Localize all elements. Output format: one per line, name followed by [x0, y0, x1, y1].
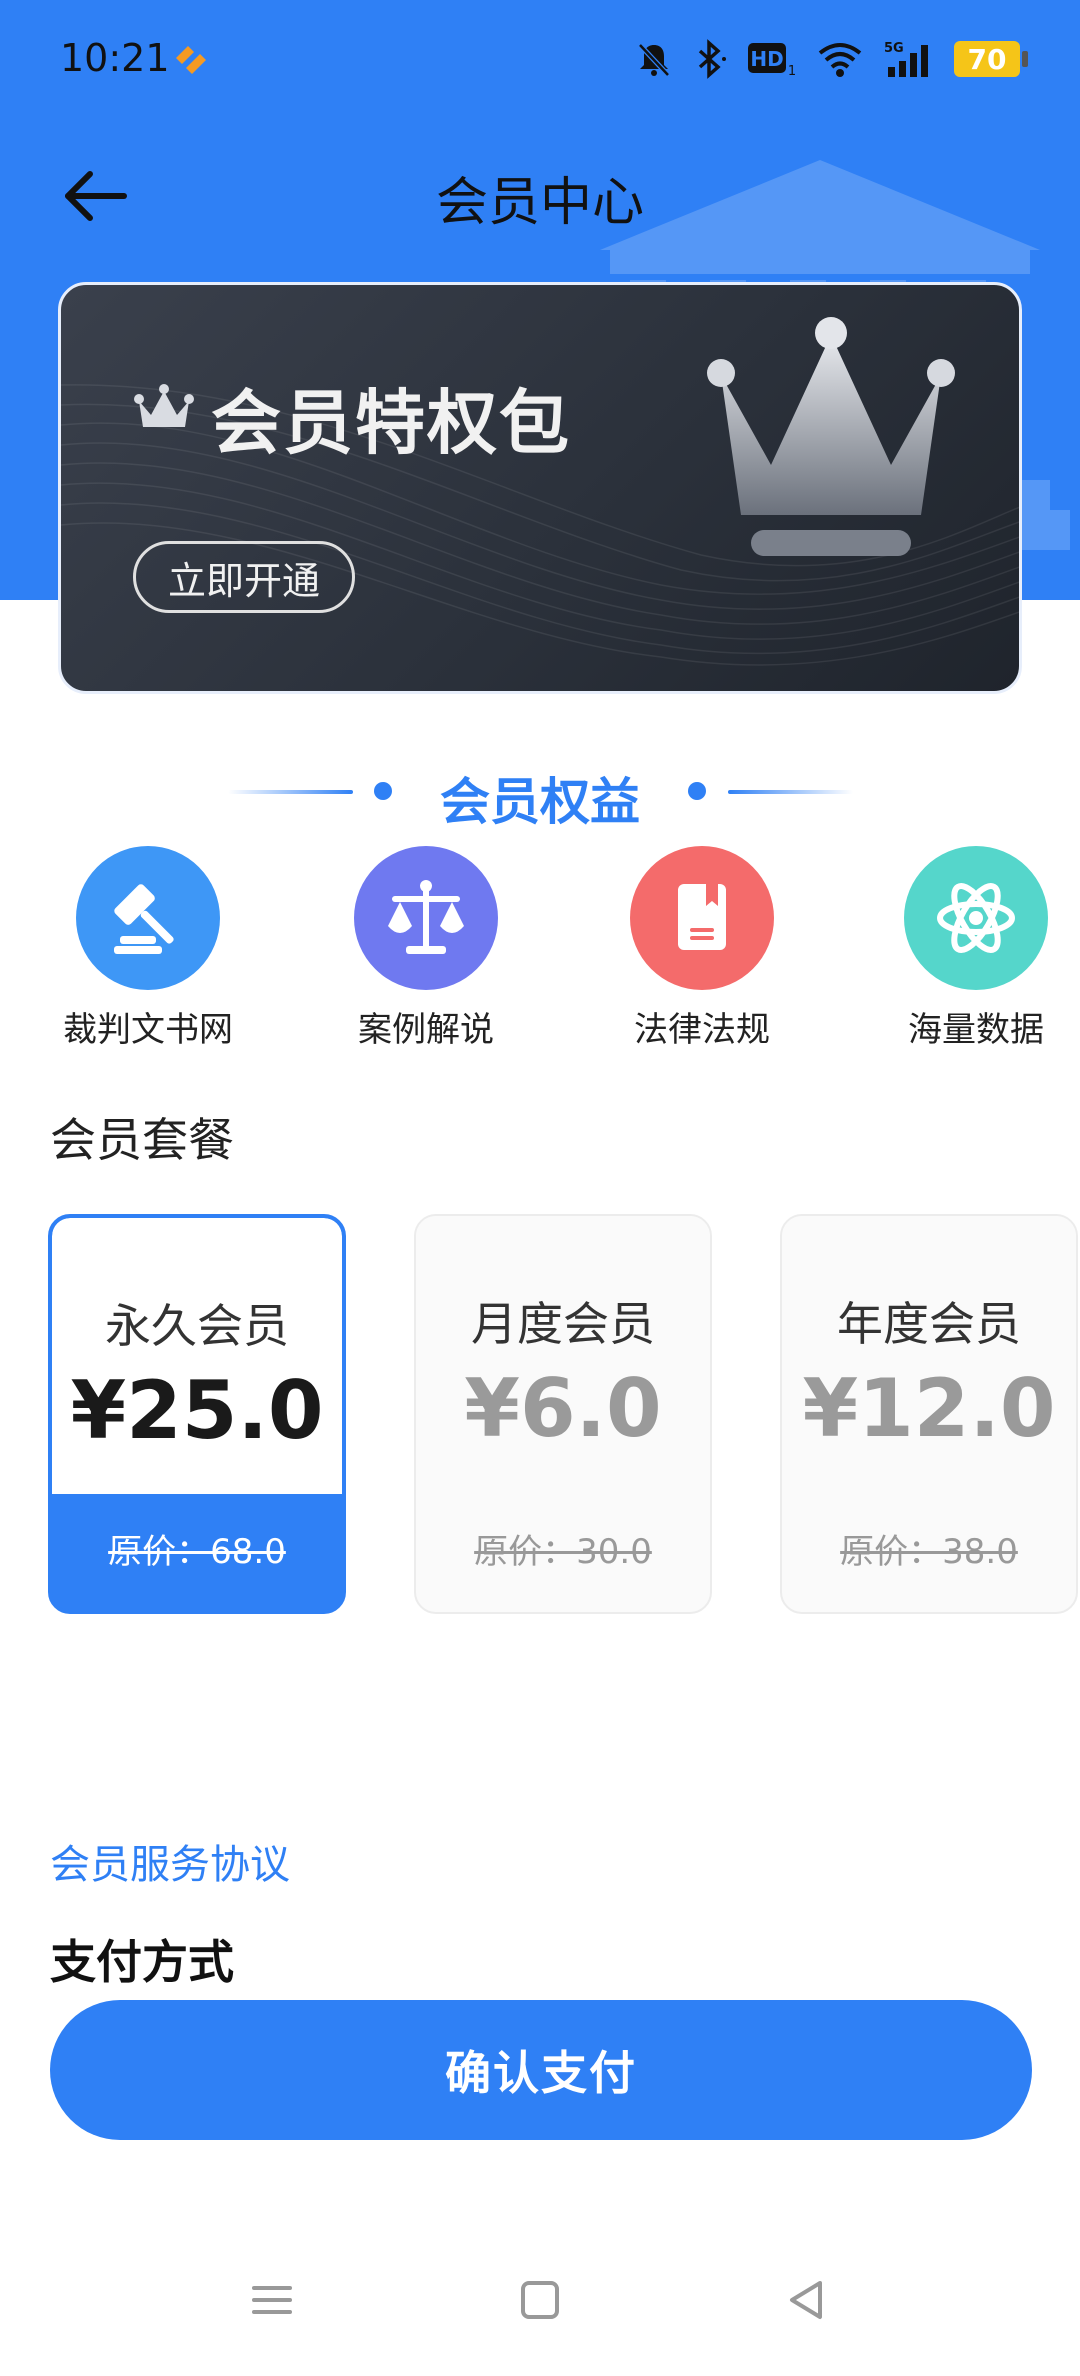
- benefit-label: 案例解说: [358, 1010, 494, 1050]
- gavel-icon: [114, 884, 174, 954]
- page-title: 会员中心: [435, 173, 644, 233]
- svg-text:HD: HD: [750, 47, 783, 71]
- svg-text:1: 1: [788, 64, 796, 79]
- svg-text:5G: 5G: [884, 41, 904, 56]
- plans-section-title: 会员套餐: [50, 1113, 234, 1167]
- atom-icon: [937, 883, 1015, 953]
- open-now-button[interactable]: 立即开通: [133, 541, 355, 613]
- bell-muted-icon: [638, 43, 670, 77]
- hd-icon: HD 1: [748, 43, 796, 79]
- plan-card-lifetime[interactable]: 永久会员 ¥25.0 原价：68.0: [48, 1214, 346, 1614]
- plan-price: ¥25.0: [70, 1364, 324, 1457]
- benefit-case-explanation[interactable]: 案例解说: [306, 846, 546, 1051]
- plan-name: 永久会员: [105, 1299, 289, 1353]
- status-icons: HD 1 5G 70: [634, 34, 1028, 84]
- plan-price: ¥12.0: [802, 1362, 1056, 1455]
- home-square-icon[interactable]: [510, 2270, 570, 2330]
- benefit-label: 裁判文书网: [63, 1010, 233, 1050]
- benefit-icon-circle: [904, 846, 1048, 990]
- vip-privilege-card[interactable]: 会员特权包 立即开通: [58, 282, 1022, 694]
- plan-original-price: 原价：38.0: [840, 1532, 1018, 1572]
- vip-card-title: 会员特权包: [211, 382, 571, 464]
- scales-icon: [388, 880, 464, 954]
- payment-method-title: 支付方式: [50, 1935, 234, 1989]
- nav-bar: 会员中心: [0, 140, 1080, 250]
- plan-name: 年度会员: [837, 1297, 1021, 1351]
- benefit-label: 法律法规: [634, 1010, 770, 1050]
- wifi-icon: [818, 43, 862, 77]
- small-crown-icon: [134, 384, 194, 427]
- battery-indicator: 70: [954, 41, 1028, 77]
- benefits-heading-text: 会员权益: [440, 773, 640, 831]
- benefit-icon-circle: [630, 846, 774, 990]
- heading-decor-dot: [688, 782, 706, 800]
- app-notification-icon: [176, 46, 206, 74]
- benefit-judgment-documents[interactable]: 裁判文书网: [28, 846, 268, 1051]
- big-crown-icon: [707, 317, 955, 556]
- benefit-icon-circle: [76, 846, 220, 990]
- signal-5g-icon: 5G: [884, 41, 928, 77]
- heading-decor-line: [728, 790, 853, 794]
- benefit-massive-data[interactable]: 海量数据: [856, 846, 1080, 1051]
- plan-original-price: 原价：30.0: [474, 1532, 652, 1572]
- plan-name: 月度会员: [471, 1297, 655, 1351]
- book-icon: [678, 884, 726, 950]
- plan-card-monthly[interactable]: 月度会员 ¥6.0 原价：30.0: [414, 1214, 712, 1614]
- system-nav-bar: [0, 2270, 1080, 2350]
- benefit-laws-regulations[interactable]: 法律法规: [582, 846, 822, 1051]
- plan-original-price: 原价：68.0: [108, 1532, 286, 1572]
- benefit-icon-circle: [354, 846, 498, 990]
- confirm-payment-button[interactable]: 确认支付: [50, 2000, 1032, 2140]
- status-time: 10:21: [60, 36, 170, 80]
- plan-price: ¥6.0: [464, 1362, 662, 1455]
- member-agreement-link[interactable]: 会员服务协议: [50, 1832, 290, 1890]
- plan-card-yearly[interactable]: 年度会员 ¥12.0 原价：38.0: [780, 1214, 1078, 1614]
- benefits-heading: 会员权益: [0, 760, 1080, 831]
- benefit-label: 海量数据: [908, 1010, 1044, 1050]
- menu-icon[interactable]: [242, 2270, 302, 2330]
- status-bar: 10:21 HD 1 5G 70: [0, 0, 1080, 120]
- back-triangle-icon[interactable]: [776, 2270, 836, 2330]
- bluetooth-icon: [698, 39, 726, 79]
